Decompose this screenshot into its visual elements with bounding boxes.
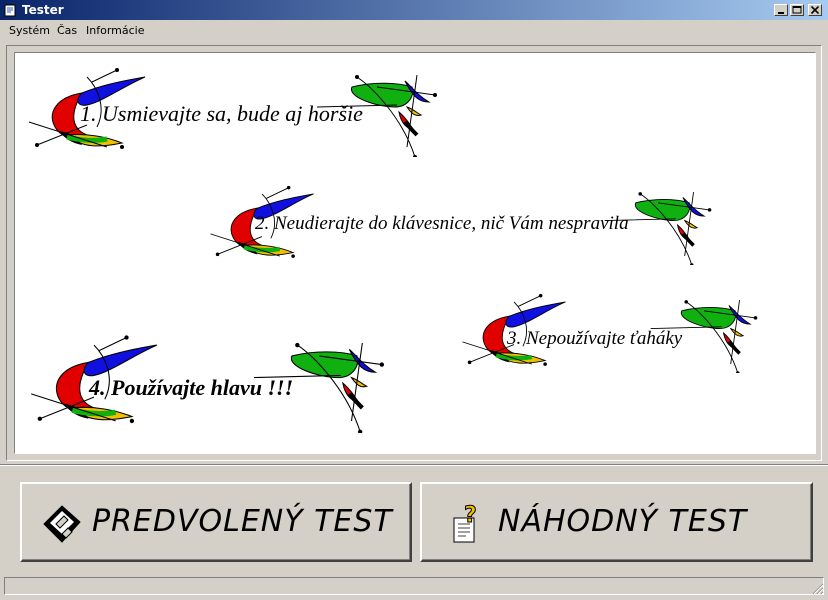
- swirl-right-icon: [317, 74, 437, 157]
- maximize-button[interactable]: [790, 4, 804, 16]
- rule-3: 3. Nepoužívajte ťaháky: [459, 293, 759, 373]
- default-test-label: PREDVOLENÝ TEST: [92, 504, 393, 539]
- default-test-button[interactable]: PREDVOLENÝ TEST: [20, 482, 412, 562]
- status-bar: [4, 577, 824, 595]
- rule-2: 2. Neudierajte do klávesnice, nič Vám ne…: [207, 185, 717, 265]
- minimize-button[interactable]: [774, 4, 788, 16]
- menu-bar: Systém Čas Informácie: [0, 21, 828, 40]
- swirl-right-icon: [254, 342, 384, 433]
- swirl-right-icon: [604, 192, 712, 265]
- separator: [0, 464, 828, 466]
- swirl-right-icon: [650, 300, 758, 373]
- random-test-button[interactable]: ? NÁHODNÝ TEST: [420, 482, 813, 562]
- app-icon: [4, 4, 16, 17]
- rules-canvas: 1. Usmievajte sa, bude aj horšie 2. Neud…: [14, 52, 816, 454]
- maximize-icon: [792, 6, 802, 14]
- menu-time[interactable]: Čas: [57, 24, 77, 37]
- close-button[interactable]: [808, 4, 822, 16]
- minimize-icon: [778, 12, 784, 14]
- close-icon: [810, 6, 820, 14]
- random-test-label: NÁHODNÝ TEST: [498, 504, 748, 539]
- rule-4: 4. Používajte hlavu !!!: [29, 333, 389, 433]
- title-bar[interactable]: Tester: [0, 0, 828, 20]
- rule-1: 1. Usmievajte sa, bude aj horšie: [27, 67, 437, 157]
- question-document-icon: ?: [453, 504, 477, 543]
- svg-text:?: ?: [464, 504, 477, 528]
- menu-information[interactable]: Informácie: [86, 24, 144, 37]
- resize-grip-icon[interactable]: [812, 583, 824, 595]
- rule-text-2: 2. Neudierajte do klávesnice, nič Vám ne…: [255, 213, 629, 234]
- floppy-disk-icon: [43, 505, 81, 543]
- menu-system[interactable]: Systém: [9, 24, 50, 37]
- window-title: Tester: [22, 3, 64, 17]
